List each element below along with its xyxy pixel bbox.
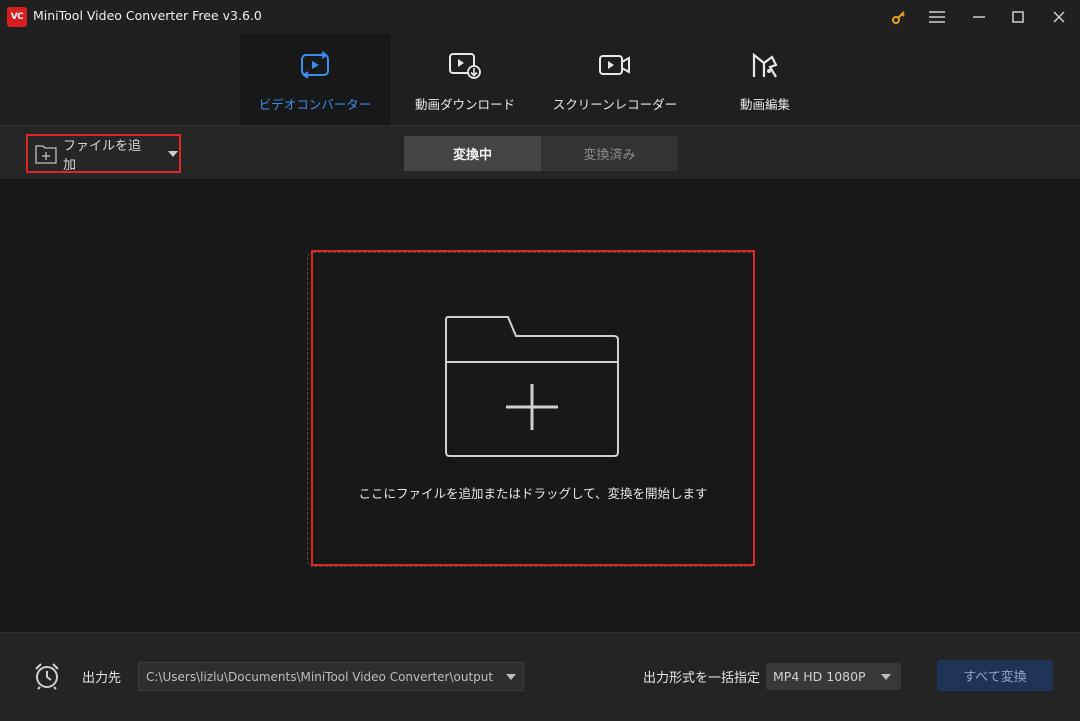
nav-video-edit[interactable]: 動画編集 [705,34,825,125]
chevron-down-icon [506,674,516,680]
chevron-down-icon[interactable] [167,150,179,158]
nav-video-download[interactable]: 動画ダウンロード [400,34,530,125]
output-format-dropdown[interactable]: MP4 HD 1080P [766,663,901,690]
output-path-value: C:\Users\lizlu\Documents\MiniTool Video … [146,669,494,684]
convert-all-button[interactable]: すべて変換 [937,660,1053,691]
file-drop-zone[interactable]: ここにファイルを追加またはドラッグして、変換を開始します [311,250,755,566]
title-bar: VC MiniTool Video Converter Free v3.6.0 [0,0,1080,34]
toolbar: ファイルを追加 変換中 変換済み [0,125,1080,180]
edit-icon [750,50,780,80]
chevron-down-icon [881,674,891,680]
output-label: 出力先 [82,671,122,686]
nav-label: スクリーンレコーダー [552,97,678,112]
main-area: ここにファイルを追加またはドラッグして、変換を開始します [0,179,1080,632]
camera-icon [598,50,632,80]
close-icon[interactable] [1046,4,1072,30]
download-icon [448,50,482,80]
convert-icon [300,50,330,80]
nav-label: ビデオコンバーター [258,97,372,112]
folder-add-icon [444,316,620,464]
app-logo: VC [7,7,27,27]
tab-converting[interactable]: 変換中 [404,136,541,171]
conversion-tabs: 変換中 変換済み [404,136,678,171]
minimize-icon[interactable] [966,4,992,30]
nav-screen-recorder[interactable]: スクリーンレコーダー [545,34,685,125]
tab-converted[interactable]: 変換済み [541,136,678,171]
main-nav: ビデオコンバーター 動画ダウンロード スクリーンレコーダー 動画編集 [0,34,1080,125]
footer-bar: 出力先 C:\Users\lizlu\Documents\MiniTool Vi… [0,632,1080,721]
nav-label: 動画ダウンロード [414,97,515,112]
alarm-clock-icon[interactable] [33,662,61,694]
nav-label: 動画編集 [739,97,790,112]
add-file-icon [35,144,57,164]
maximize-icon[interactable] [1005,4,1031,30]
key-icon[interactable] [886,4,912,30]
nav-video-converter[interactable]: ビデオコンバーター [240,34,390,125]
add-file-button[interactable]: ファイルを追加 [26,134,181,173]
format-value: MP4 HD 1080P [773,669,866,684]
format-label: 出力形式を一括指定 [643,671,761,686]
app-title: MiniTool Video Converter Free v3.6.0 [33,8,262,23]
drop-zone-hint: ここにファイルを追加またはドラッグして、変換を開始します [358,486,708,501]
output-path-dropdown[interactable]: C:\Users\lizlu\Documents\MiniTool Video … [138,662,524,691]
menu-icon[interactable] [924,4,950,30]
add-file-label: ファイルを追加 [63,138,142,173]
